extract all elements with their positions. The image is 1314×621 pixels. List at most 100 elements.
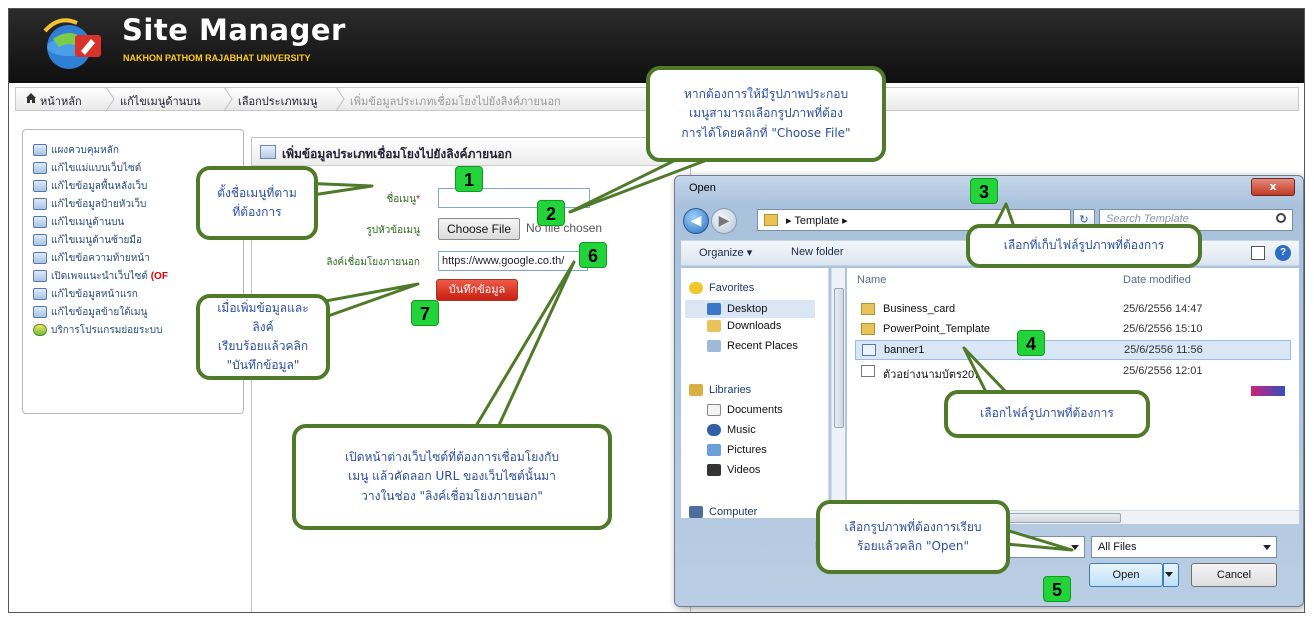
form-title: เพิ่มข้อมูลประเภทเชื่อมโยงไปยังลิงค์ภายน… (282, 147, 512, 161)
required-mark: * (416, 194, 420, 205)
column-date-modified[interactable]: Date modified (1123, 274, 1191, 286)
dialog-title: Open (689, 182, 716, 194)
file-row-selected[interactable]: banner1 25/6/2556 11:56 (855, 340, 1291, 360)
step-badge-7: 7 (411, 300, 439, 326)
open-dropdown-button[interactable] (1163, 563, 1179, 587)
back-arrow-icon[interactable]: ◀ (683, 208, 709, 234)
new-folder-button[interactable]: New folder (791, 246, 844, 258)
callout-3: เลือกที่เก็บไฟล์รูปภาพที่ต้องการ (966, 224, 1202, 268)
nav-downloads[interactable]: Downloads (707, 320, 781, 332)
downloads-icon (707, 320, 721, 332)
template-icon (33, 162, 47, 174)
forward-arrow-icon[interactable]: ▶ (711, 208, 737, 234)
home-icon[interactable] (25, 92, 37, 104)
footer-icon (33, 252, 47, 264)
file-row[interactable]: Business_card 25/6/2556 14:47 (855, 300, 1291, 320)
nav-music[interactable]: Music (707, 424, 756, 436)
videos-icon (707, 464, 721, 476)
computer-icon (689, 506, 703, 518)
site-title: Site Manager (122, 13, 346, 47)
step-badge-1: 1 (455, 166, 483, 192)
external-link-input[interactable] (438, 251, 588, 271)
left-menu-icon (33, 234, 47, 246)
music-icon (707, 424, 721, 436)
background-icon (33, 180, 47, 192)
callout-7: เมื่อเพิ่มข้อมูลและลิงค์ เรียบร้อยแล้วคล… (196, 294, 330, 380)
step-badge-3: 3 (970, 178, 998, 204)
search-icon (1276, 213, 1286, 223)
nav-desktop[interactable]: Desktop (685, 300, 815, 318)
save-button[interactable]: บันทึกข้อมูล (436, 279, 518, 301)
site-logo-icon (43, 18, 101, 69)
callout-4: เลือกไฟล์รูปภาพที่ต้องการ (944, 390, 1150, 438)
nav-recent-places[interactable]: Recent Places (707, 340, 798, 352)
callout-1: ตั้งชื่อเมนูที่ตาม ที่ต้องการ (196, 166, 318, 240)
chevron-down-icon (1263, 545, 1271, 550)
sidebar-item-banner[interactable]: แก้ไขข้อมูลป้ายหัวเว็บ (33, 196, 146, 212)
step-badge-5: 5 (1043, 576, 1071, 602)
documents-icon (707, 404, 721, 416)
navigation-pane: Favorites Desktop Downloads Recent Place… (681, 268, 829, 518)
step-badge-2: 2 (537, 200, 565, 226)
view-pane-icon[interactable] (1251, 246, 1265, 260)
dialog-close-button[interactable]: x (1251, 178, 1295, 196)
site-subtitle: NAKHON PATHOM RAJABHAT UNIVERSITY (123, 53, 311, 63)
star-icon (689, 282, 703, 294)
sidebar-item-home-page[interactable]: แก้ไขข้อมูลหน้าแรก (33, 286, 138, 302)
home-page-icon (33, 288, 47, 300)
step-badge-6: 6 (579, 242, 607, 268)
column-name[interactable]: Name (857, 274, 886, 286)
intro-page-status: (OF (150, 270, 168, 282)
pictures-icon (707, 444, 721, 456)
sidebar-item-top-menu[interactable]: แก้ไขเมนูด้านบน (33, 214, 124, 230)
sidebar-item-intro-page[interactable]: เปิดเพจแนะนำเว็บไซต์ (OF (33, 268, 168, 284)
callout-5: เลือกรูปภาพที่ต้องการเรียบ ร้อยแล้วคลิก … (816, 500, 1010, 574)
file-thumbnail (1251, 386, 1285, 396)
sidebar-item-footer[interactable]: แก้ไขข้อความท้ายหน้า (33, 250, 150, 266)
form-icon (260, 145, 276, 159)
nav-pictures[interactable]: Pictures (707, 444, 767, 456)
under-menu-icon (33, 306, 47, 318)
breadcrumb-separator-icon (223, 87, 233, 111)
choose-file-button[interactable]: Choose File (438, 218, 520, 240)
open-button[interactable]: Open (1089, 563, 1163, 587)
dashboard-icon (33, 144, 47, 156)
nav-videos[interactable]: Videos (707, 464, 760, 476)
file-row[interactable]: ตัวอย่างนามบัตร20น 25/6/2556 12:01 (855, 362, 1291, 382)
libraries-icon (689, 384, 703, 396)
sidebar-item-services[interactable]: บริการโปรแกรมย่อยระบบ (33, 322, 162, 338)
sidebar-item-background[interactable]: แก้ไขข้อมูลพื้นหลังเว็บ (33, 178, 147, 194)
chevron-down-icon (1071, 545, 1079, 550)
nav-favorites[interactable]: Favorites (689, 282, 754, 294)
callout-6: เปิดหน้าต่างเว็บไซต์ที่ต้องการเชื่อมโยงก… (292, 424, 612, 530)
document-file-icon (861, 365, 875, 377)
breadcrumb-edit-top-menu[interactable]: แก้ไขเมนูด้านบน (120, 92, 201, 110)
folder-icon (861, 323, 875, 335)
file-row[interactable]: PowerPoint_Template 25/6/2556 15:10 (855, 320, 1291, 340)
desktop-icon (707, 303, 721, 315)
organize-button[interactable]: Organize ▾ (699, 246, 752, 259)
sidebar-item-template[interactable]: แก้ไขแม่แบบเว็บไซต์ (33, 160, 141, 176)
sidebar-item-dashboard[interactable]: แผงควบคุมหลัก (33, 142, 119, 158)
file-type-filter[interactable]: All Files (1091, 536, 1277, 558)
banner-icon (33, 198, 47, 210)
folder-icon (764, 214, 778, 226)
sidebar-item-under-menu[interactable]: แก้ไขข้อมูลข้ายใต้เมนู (33, 304, 147, 320)
image-file-icon (862, 344, 876, 356)
nav-documents[interactable]: Documents (707, 404, 783, 416)
help-icon[interactable]: ? (1275, 245, 1291, 261)
navigation-scrollbar[interactable] (831, 268, 845, 518)
breadcrumb-separator-icon (105, 87, 115, 111)
scrollbar-thumb[interactable] (834, 288, 844, 428)
cancel-button[interactable]: Cancel (1191, 563, 1277, 587)
step-badge-4: 4 (1017, 330, 1045, 356)
breadcrumb-home[interactable]: หน้าหลัก (40, 92, 82, 110)
file-name-combo[interactable] (1005, 536, 1085, 558)
sidebar-item-left-menu[interactable]: แก้ไขเมนูด้านซ้ายมือ (33, 232, 142, 248)
folder-icon (861, 303, 875, 315)
nav-computer[interactable]: Computer (689, 506, 757, 518)
form-header: เพิ่มข้อมูลประเภทเชื่อมโยงไปยังลิงค์ภายน… (252, 138, 690, 166)
breadcrumb-choose-menu-type[interactable]: เลือกประเภทเมนู (238, 92, 317, 110)
services-icon (33, 324, 47, 336)
nav-libraries[interactable]: Libraries (689, 384, 751, 396)
